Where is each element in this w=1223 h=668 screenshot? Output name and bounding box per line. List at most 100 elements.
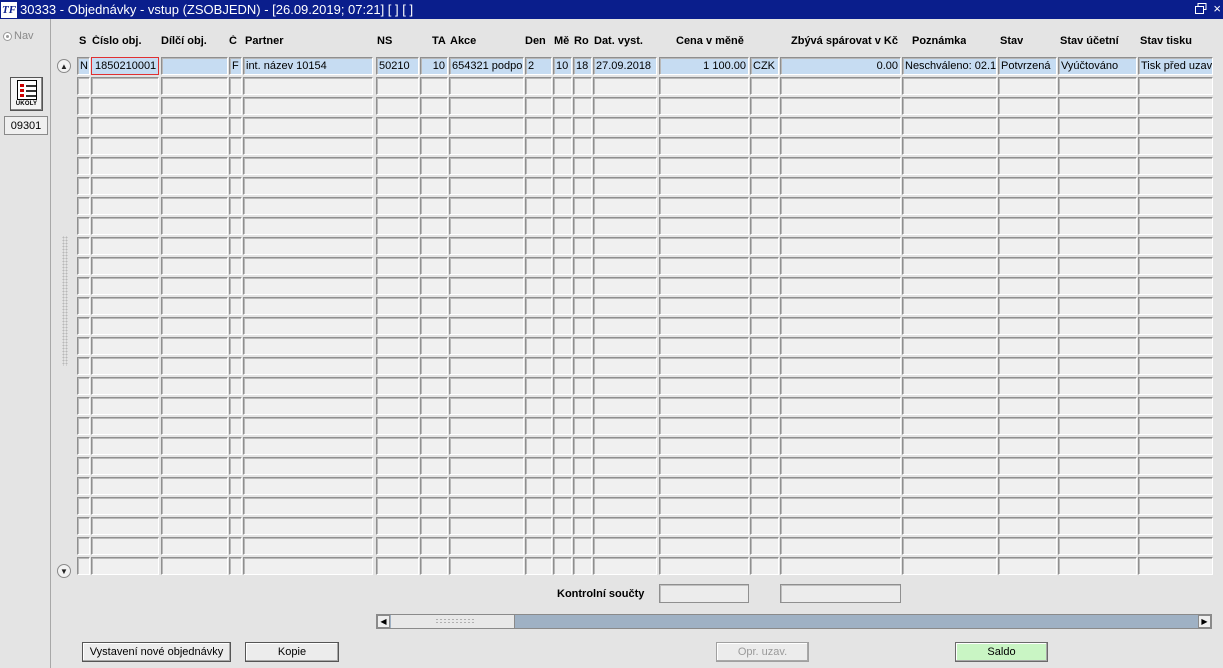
cell-me[interactable] xyxy=(553,517,572,535)
cell-zbyva[interactable] xyxy=(780,237,901,255)
cell-dilci[interactable] xyxy=(161,217,228,235)
cell-zbyva[interactable] xyxy=(780,477,901,495)
cell-zbyva[interactable] xyxy=(780,437,901,455)
cell-akce[interactable] xyxy=(449,317,524,335)
cell-zbyva[interactable] xyxy=(780,557,901,575)
cell-ta[interactable] xyxy=(420,357,448,375)
cell-ta[interactable] xyxy=(420,137,448,155)
cell-ro[interactable] xyxy=(573,317,592,335)
cell-ro[interactable] xyxy=(573,397,592,415)
cell-mena[interactable] xyxy=(750,217,779,235)
cell-partner[interactable] xyxy=(243,237,373,255)
cell-den[interactable] xyxy=(525,397,552,415)
cell-zbyva[interactable] xyxy=(780,457,901,475)
cell-c[interactable] xyxy=(229,537,242,555)
cell-poznamka[interactable] xyxy=(902,157,997,175)
cell-akce[interactable] xyxy=(449,157,524,175)
cell-zbyva[interactable] xyxy=(780,137,901,155)
cell-mena[interactable] xyxy=(750,377,779,395)
cell-ns[interactable] xyxy=(376,177,419,195)
cell-mena[interactable] xyxy=(750,417,779,435)
cell-stav[interactable] xyxy=(998,457,1057,475)
cell-ro[interactable] xyxy=(573,117,592,135)
cell-akce[interactable] xyxy=(449,377,524,395)
cell-den[interactable] xyxy=(525,297,552,315)
cell-den[interactable] xyxy=(525,177,552,195)
cell-poznamka[interactable] xyxy=(902,337,997,355)
cell-zbyva[interactable] xyxy=(780,497,901,515)
cell-mena[interactable] xyxy=(750,397,779,415)
cell-s[interactable] xyxy=(77,357,90,375)
scroll-right-icon[interactable]: ▶ xyxy=(1198,615,1211,628)
horizontal-scroll-thumb[interactable] xyxy=(391,615,515,628)
horizontal-scrollbar[interactable]: ◀ ▶ xyxy=(376,614,1212,629)
cell-mena[interactable] xyxy=(750,157,779,175)
cell-ta[interactable] xyxy=(420,157,448,175)
cell-c[interactable] xyxy=(229,197,242,215)
cell-stav[interactable] xyxy=(998,277,1057,295)
cell-dat[interactable] xyxy=(593,137,657,155)
cell-den[interactable] xyxy=(525,197,552,215)
cell-cislo[interactable] xyxy=(91,417,159,435)
cell-dilci[interactable] xyxy=(161,237,228,255)
cell-cena[interactable] xyxy=(659,137,749,155)
cell-dat[interactable] xyxy=(593,557,657,575)
cell-poznamka[interactable] xyxy=(902,377,997,395)
cell-dilci[interactable] xyxy=(161,257,228,275)
new-order-button[interactable]: Vystavení nové objednávky xyxy=(82,642,231,662)
cell-stav_tisku[interactable] xyxy=(1138,477,1213,495)
cell-c[interactable] xyxy=(229,97,242,115)
cell-stav[interactable] xyxy=(998,377,1057,395)
cell-s[interactable] xyxy=(77,297,90,315)
cell-me[interactable] xyxy=(553,317,572,335)
cell-mena[interactable] xyxy=(750,257,779,275)
cell-akce[interactable] xyxy=(449,217,524,235)
cell-me[interactable] xyxy=(553,197,572,215)
cell-cislo[interactable] xyxy=(91,97,159,115)
cell-ro[interactable] xyxy=(573,77,592,95)
cell-dilci[interactable] xyxy=(161,497,228,515)
cell-partner[interactable] xyxy=(243,517,373,535)
cell-ro[interactable] xyxy=(573,337,592,355)
cell-dat[interactable] xyxy=(593,397,657,415)
saldo-button[interactable]: Saldo xyxy=(955,642,1048,662)
cell-cena[interactable] xyxy=(659,557,749,575)
cell-ns[interactable] xyxy=(376,297,419,315)
cell-partner[interactable] xyxy=(243,277,373,295)
cell-stav[interactable] xyxy=(998,417,1057,435)
cell-ns[interactable] xyxy=(376,117,419,135)
cell-stav[interactable] xyxy=(998,317,1057,335)
cell-den[interactable] xyxy=(525,517,552,535)
cell-ta[interactable] xyxy=(420,217,448,235)
nav-radio[interactable]: Nav xyxy=(3,30,34,42)
cell-cislo[interactable] xyxy=(91,257,159,275)
cell-poznamka[interactable] xyxy=(902,237,997,255)
cell-mena[interactable] xyxy=(750,317,779,335)
cell-zbyva[interactable] xyxy=(780,217,901,235)
cell-me[interactable] xyxy=(553,157,572,175)
cell-mena[interactable] xyxy=(750,437,779,455)
cell-ns[interactable] xyxy=(376,457,419,475)
cell-me[interactable] xyxy=(553,417,572,435)
cell-dat[interactable] xyxy=(593,257,657,275)
cell-stav_tisku[interactable] xyxy=(1138,457,1213,475)
cell-c[interactable] xyxy=(229,357,242,375)
cell-dilci[interactable] xyxy=(161,77,228,95)
cell-cena[interactable] xyxy=(659,517,749,535)
scroll-down-icon[interactable]: ▼ xyxy=(57,564,71,578)
cell-c[interactable] xyxy=(229,217,242,235)
cell-akce[interactable] xyxy=(449,477,524,495)
cell-dilci[interactable] xyxy=(161,157,228,175)
cell-cislo[interactable] xyxy=(91,477,159,495)
cell-cislo[interactable] xyxy=(91,557,159,575)
cell-dilci[interactable] xyxy=(161,277,228,295)
cell-stav[interactable] xyxy=(998,437,1057,455)
cell-me[interactable] xyxy=(553,237,572,255)
cell-c[interactable] xyxy=(229,497,242,515)
cell-cislo[interactable] xyxy=(91,137,159,155)
cell-me[interactable] xyxy=(553,437,572,455)
cell-dat[interactable] xyxy=(593,337,657,355)
cell-stav[interactable] xyxy=(998,477,1057,495)
cell-den[interactable] xyxy=(525,437,552,455)
cell-ta[interactable] xyxy=(420,397,448,415)
